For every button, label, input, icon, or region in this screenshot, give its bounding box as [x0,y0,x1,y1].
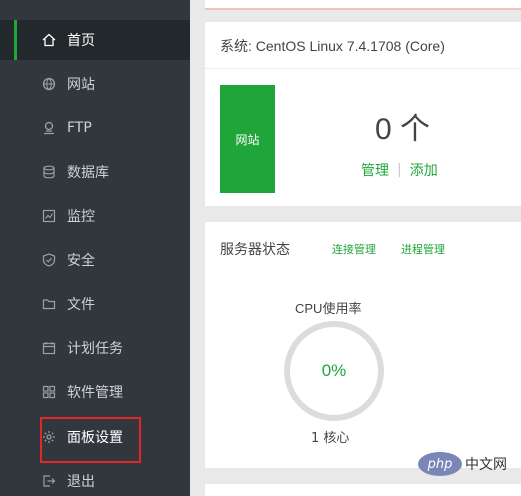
folder-icon [41,296,57,312]
sidebar-item-home[interactable]: 首页 [0,20,190,60]
server-status-panel: 服务器状态 连接管理 进程管理 CPU使用率 0% 1 核心 [205,222,521,468]
shield-icon [41,252,57,268]
bottom-panel-edge [205,484,521,496]
app-root: 首页 网站 FTP 数据库 监控 安全 文件 计划任务 软件管理 面板设置 退出… [0,0,521,496]
sidebar-item-label: 文件 [67,297,95,313]
site-count: 0 个 [375,113,431,146]
highlight-box [40,417,141,463]
monitor-icon [41,208,57,224]
home-icon [41,32,57,48]
sidebar-item-label: 数据库 [67,165,109,181]
add-link[interactable]: 添加 [410,160,438,180]
server-status-title: 服务器状态 [220,242,290,258]
sidebar-item-label: FTP [67,120,92,136]
database-icon [41,164,57,180]
sidebar-item-label: 网站 [67,77,95,93]
sidebar-item-label: 退出 [67,474,95,490]
link-separator: | [397,162,402,178]
sidebar-item-security[interactable]: 安全 [0,240,190,280]
sidebar-item-monitor[interactable]: 监控 [0,196,190,236]
watermark-text: 中文网 [465,457,507,473]
sidebar-item-logout[interactable]: 退出 [0,461,190,496]
sidebar-item-label: 软件管理 [67,385,123,401]
calendar-icon [41,340,57,356]
site-tile[interactable]: 网站 [220,85,275,193]
system-panel: 系统: CentOS Linux 7.4.1708 (Core) 网站 0 个 … [205,22,521,206]
php-logo: php [418,452,462,476]
cpu-usage-gauge[interactable]: 0% [284,321,384,421]
sidebar-item-software[interactable]: 软件管理 [0,372,190,412]
watermark: php 中文网 [418,452,507,476]
system-title: 系统: CentOS Linux 7.4.1708 (Core) [220,38,445,54]
logout-icon [41,473,57,489]
cpu-usage-label: CPU使用率 [295,301,362,316]
sidebar-item-label: 首页 [67,33,95,49]
cpu-usage-value: 0% [321,361,347,380]
grid-icon [41,384,57,400]
sidebar: 首页 网站 FTP 数据库 监控 安全 文件 计划任务 软件管理 面板设置 退出 [0,0,190,496]
process-manage-link[interactable]: 进程管理 [401,241,445,257]
connection-manage-link[interactable]: 连接管理 [332,241,376,257]
ftp-icon [41,120,57,136]
sidebar-item-files[interactable]: 文件 [0,284,190,324]
divider [205,68,521,69]
sidebar-item-cron[interactable]: 计划任务 [0,328,190,368]
cpu-cores: 1 核心 [311,431,350,446]
globe-icon [41,76,57,92]
sidebar-item-ftp[interactable]: FTP [0,108,190,148]
sidebar-item-database[interactable]: 数据库 [0,152,190,192]
manage-link[interactable]: 管理 [361,160,389,180]
sidebar-item-label: 安全 [67,253,95,269]
top-panel-edge [205,0,521,10]
sidebar-item-label: 计划任务 [67,341,123,357]
sidebar-item-label: 监控 [67,209,95,225]
site-actions: 管理 | 添加 [361,160,438,180]
sidebar-item-website[interactable]: 网站 [0,64,190,104]
